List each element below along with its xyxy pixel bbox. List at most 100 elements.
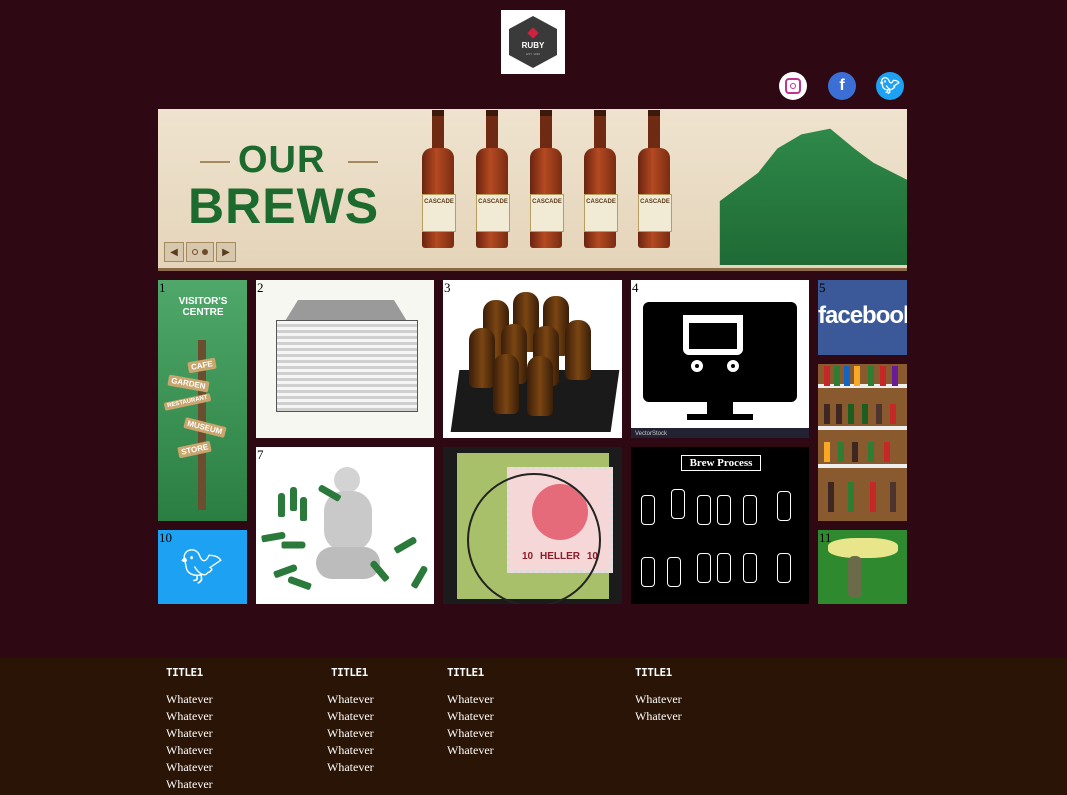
process-tank (777, 553, 791, 583)
visitors-centre-heading: VISITOR'S CENTRE (178, 296, 228, 318)
footer-link[interactable]: Whatever (166, 759, 213, 776)
instagram-link[interactable] (779, 72, 807, 100)
footer-link[interactable]: Whatever (447, 742, 494, 759)
facebook-link[interactable]: f (828, 72, 856, 100)
slider-next-button[interactable]: ▶ (216, 242, 236, 262)
site-logo[interactable]: RUBY EST. 1999 (501, 10, 565, 74)
logo-name: RUBY (521, 40, 545, 50)
green-bottle (273, 563, 298, 579)
tile-online-shop[interactable]: 4 VectorStock (631, 280, 809, 438)
can (892, 366, 898, 386)
can (834, 366, 840, 386)
footer-link[interactable]: Whatever (447, 725, 494, 742)
hero-title-line1: OUR (238, 139, 326, 181)
twitter-icon: 🐦︎ (879, 78, 901, 95)
footer-column-4: TITLE1 Whatever Whatever (635, 666, 682, 725)
can (880, 366, 886, 386)
can (854, 366, 860, 386)
brewery-building (276, 320, 418, 412)
footer-link[interactable]: Whatever (166, 776, 213, 793)
green-bottle (281, 541, 306, 549)
footer-link[interactable]: Whatever (447, 691, 494, 708)
footer-link[interactable]: Whatever (635, 708, 682, 725)
green-bottle (287, 575, 312, 591)
footer-link[interactable]: Whatever (447, 708, 494, 725)
slider-dot-1[interactable] (192, 249, 198, 255)
bottle (852, 442, 858, 462)
bottle (876, 404, 882, 424)
footer-link[interactable]: Whatever (166, 725, 213, 742)
process-tank (641, 557, 655, 587)
footer-link[interactable]: Whatever (166, 691, 213, 708)
title-rule-right (348, 161, 378, 163)
tile-number: 3 (444, 280, 451, 295)
bottle (824, 442, 830, 462)
can (824, 366, 830, 386)
tile-brewery-engraving[interactable]: 2 (256, 280, 434, 438)
ruby-gem-icon (527, 26, 539, 39)
logo-tagline: EST. 1999 (526, 51, 540, 56)
tile-brew-process[interactable]: Brew Process (631, 447, 809, 604)
tile-swing-top-bottles[interactable]: 3 (443, 280, 622, 438)
tile-visitors-centre[interactable]: 1 VISITOR'S CENTRE CAFE GARDEN RESTAURAN… (158, 280, 247, 521)
bottle (824, 404, 830, 424)
process-tank (717, 553, 731, 583)
slider-controls: ◀ ▶ (164, 242, 236, 262)
footer-column-title: TITLE1 (635, 666, 672, 679)
sign-cafe: CAFE (187, 357, 217, 374)
bottle (848, 482, 854, 512)
shelf (818, 464, 907, 468)
amber-bottle (565, 320, 591, 380)
green-bottle (300, 497, 307, 521)
green-bottle (278, 493, 285, 517)
process-tank (743, 495, 757, 525)
pixel-character (848, 556, 862, 598)
amber-bottle (493, 354, 519, 414)
tile-number: 1 (159, 280, 166, 295)
tile-facebook[interactable]: 5 facebook (818, 280, 907, 355)
twitter-link[interactable]: 🐦︎ (876, 72, 904, 100)
tile-pixel-art[interactable]: 11 (818, 530, 907, 604)
3d-figure (316, 467, 380, 587)
process-tank (777, 491, 791, 521)
green-bottle (290, 487, 297, 511)
facebook-wordmark: facebook (818, 302, 907, 329)
tile-number: 4 (632, 280, 639, 295)
footer-link[interactable]: Whatever (327, 708, 374, 725)
green-bottle (393, 535, 418, 555)
site-footer: TITLE1 Whatever Whatever Whatever Whatev… (0, 658, 1067, 795)
bottle (828, 482, 834, 512)
footer-column-1: TITLE1 Whatever Whatever Whatever Whatev… (166, 666, 213, 793)
tile-number: 5 (819, 280, 826, 295)
bottle (870, 482, 876, 512)
footer-link[interactable]: Whatever (166, 742, 213, 759)
sign-store: STORE (177, 440, 213, 459)
slider-dots (186, 242, 214, 262)
process-tank (641, 495, 655, 525)
cart-wheel (727, 360, 739, 372)
monitor-base (687, 414, 753, 420)
bottle (862, 404, 868, 424)
footer-link[interactable]: Whatever (327, 742, 374, 759)
bottle (890, 404, 896, 424)
beer-bottle: CASCADE (474, 110, 510, 250)
tile-figure-drinking[interactable]: 7 (256, 447, 434, 604)
title-rule-left (200, 161, 230, 163)
slider-dot-2[interactable] (202, 249, 208, 255)
tile-beer-shelves[interactable] (818, 364, 907, 521)
footer-link[interactable]: Whatever (327, 759, 374, 776)
hero-title-line2: BREWS (188, 178, 380, 234)
tile-postage-stamp[interactable]: 10 HELLER 10 (443, 447, 622, 604)
amber-bottle (469, 328, 495, 388)
envelope-paper: 10 HELLER 10 (457, 453, 613, 604)
process-tank (667, 557, 681, 587)
footer-link[interactable]: Whatever (166, 708, 213, 725)
tile-number: 10 (159, 530, 172, 545)
slider-prev-button[interactable]: ◀ (164, 242, 184, 262)
hero-slider[interactable]: OUR BREWS CASCADE CASCADE CASCADE CASCAD… (158, 109, 907, 271)
tile-twitter[interactable]: 10 🐦︎ (158, 530, 247, 604)
footer-link[interactable]: Whatever (327, 691, 374, 708)
footer-link[interactable]: Whatever (327, 725, 374, 742)
footer-link[interactable]: Whatever (635, 691, 682, 708)
bottle (848, 404, 854, 424)
